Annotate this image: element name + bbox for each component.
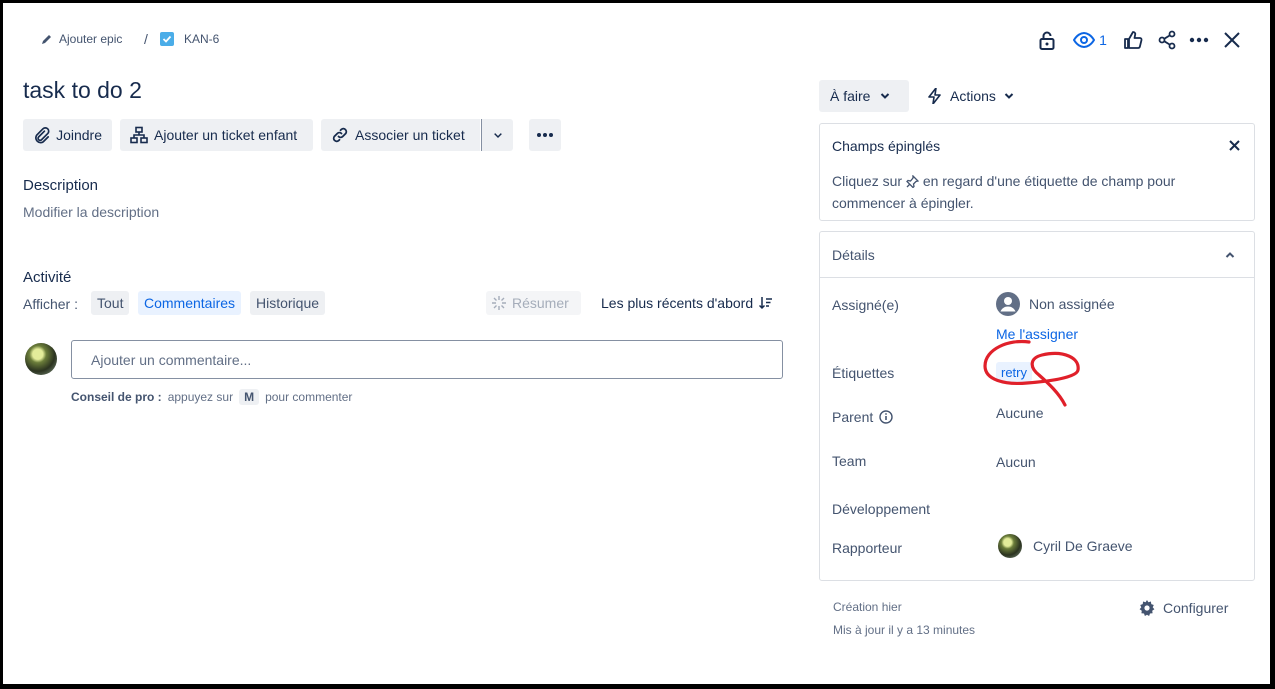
created-date: Création hier [833, 600, 902, 614]
configure-button[interactable]: Configurer [1139, 600, 1228, 616]
close-pinned-icon[interactable] [1226, 137, 1242, 153]
add-child-issue-button[interactable]: Ajouter un ticket enfant [120, 119, 313, 151]
close-icon[interactable] [1220, 28, 1244, 52]
add-epic-link[interactable]: Ajouter epic [59, 32, 122, 46]
filter-comments[interactable]: Commentaires [138, 291, 242, 315]
filter-history[interactable]: Historique [250, 291, 326, 315]
issue-title[interactable]: task to do 2 [23, 77, 142, 104]
link-issue-dropdown[interactable] [481, 119, 513, 151]
paperclip-icon [35, 127, 50, 144]
details-title: Détails [832, 247, 875, 263]
hierarchy-icon [130, 126, 148, 144]
more-icon [537, 133, 553, 137]
summarize-button[interactable]: Résumer [486, 291, 581, 315]
sort-icon [759, 297, 773, 310]
actions-dropdown[interactable]: Actions [928, 80, 1014, 112]
pinned-fields-panel: Champs épinglés Cliquez sur en regard d'… [819, 123, 1255, 221]
activity-heading: Activité [23, 269, 72, 286]
issue-view: Ajouter epic / KAN-6 1 task to do 2 Join… [3, 3, 1270, 684]
team-value[interactable]: Aucun [996, 454, 1036, 470]
breadcrumb-separator: / [144, 31, 148, 47]
lock-icon[interactable] [1036, 28, 1058, 52]
link-issue-button[interactable]: Associer un ticket [321, 119, 480, 151]
development-label: Développement [832, 501, 931, 517]
chevron-down-icon [1004, 93, 1014, 99]
status-dropdown[interactable]: À faire [819, 80, 909, 112]
watch-count: 1 [1099, 32, 1107, 48]
filter-all[interactable]: Tout [91, 291, 130, 315]
chevron-up-icon[interactable] [1222, 247, 1238, 263]
reporter-avatar [998, 534, 1022, 558]
pin-icon [906, 173, 920, 193]
keyboard-key: M [239, 389, 260, 405]
info-icon[interactable] [879, 410, 893, 424]
annotation-circle [983, 339, 1080, 407]
pro-tip: Conseil de pro : appuyez sur M pour comm… [71, 389, 353, 405]
sparkle-icon [492, 296, 506, 310]
reporter-label: Rapporteur [832, 540, 903, 556]
pinned-fields-title: Champs épinglés [832, 138, 941, 154]
link-icon [332, 127, 348, 143]
assignee-field[interactable]: Non assignée [996, 292, 1115, 316]
unassigned-avatar-icon [996, 292, 1020, 316]
team-label: Team [832, 453, 867, 469]
like-icon[interactable] [1121, 28, 1145, 52]
gear-icon [1139, 600, 1155, 616]
watch-button[interactable]: 1 [1070, 28, 1110, 52]
chevron-down-icon [493, 133, 502, 139]
pencil-icon [41, 33, 53, 45]
comment-input[interactable]: Ajouter un commentaire... [71, 340, 783, 379]
lightning-icon [928, 88, 941, 104]
parent-label: Parent [832, 409, 893, 425]
current-user-avatar [25, 343, 57, 375]
more-actions-button[interactable] [529, 119, 561, 151]
issue-key: KAN-6 [184, 32, 220, 46]
description-editor[interactable]: Modifier la description [23, 204, 159, 220]
issue-key-link[interactable]: KAN-6 [160, 32, 219, 46]
task-type-icon [160, 32, 174, 46]
updated-date: Mis à jour il y a 13 minutes [833, 623, 976, 637]
attach-button[interactable]: Joindre [23, 119, 112, 151]
share-icon[interactable] [1155, 28, 1179, 52]
sort-button[interactable]: Les plus récents d'abord [601, 295, 773, 311]
pinned-fields-help: Cliquez sur en regard d'une étiquette de… [832, 173, 1176, 211]
show-label: Afficher : [23, 296, 78, 312]
breadcrumb: Ajouter epic [41, 32, 122, 46]
description-heading: Description [23, 177, 99, 194]
assignee-label: Assigné(e) [832, 297, 899, 313]
chevron-down-icon [881, 93, 890, 99]
eye-icon [1073, 32, 1096, 48]
more-options-icon[interactable] [1187, 28, 1211, 52]
labels-label: Étiquettes [832, 365, 895, 381]
details-header[interactable]: Détails [820, 232, 1254, 278]
reporter-field[interactable]: Cyril De Graeve [998, 534, 1133, 558]
